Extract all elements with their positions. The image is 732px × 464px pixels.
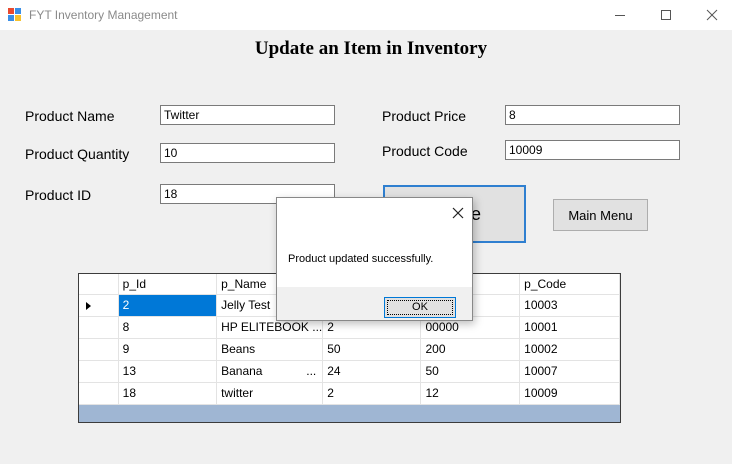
product-code-field[interactable]: 10009 — [505, 140, 680, 160]
cell-quantity[interactable]: 24 — [322, 360, 422, 383]
close-icon — [706, 9, 718, 21]
cell-code[interactable]: 10009 — [519, 382, 620, 405]
minimize-icon — [615, 15, 625, 16]
cell-price[interactable]: 50 — [420, 360, 521, 383]
main-menu-button[interactable]: Main Menu — [553, 199, 648, 231]
window-title: FYT Inventory Management — [29, 8, 178, 22]
cell-id[interactable]: 8 — [118, 316, 218, 339]
minimize-button[interactable] — [597, 0, 643, 30]
cell-name[interactable]: Banana... — [216, 360, 324, 383]
product-quantity-field[interactable]: 10 — [160, 143, 335, 163]
row-header-corner — [79, 274, 119, 295]
dialog-footer: OK — [277, 287, 472, 320]
table-row[interactable]: 9 Beans 50 200 10002 — [79, 338, 620, 361]
product-price-label: Product Price — [382, 108, 467, 124]
dialog-message: Product updated successfully. — [288, 253, 434, 265]
ok-button[interactable]: OK — [384, 297, 456, 318]
cell-ellipsis: ... — [306, 364, 317, 378]
table-row[interactable]: 13 Banana... 24 50 10007 — [79, 360, 620, 383]
cell-quantity[interactable]: 50 — [322, 338, 422, 361]
cell-price[interactable]: 200 — [420, 338, 521, 361]
product-id-label: Product ID — [25, 187, 92, 203]
close-button[interactable] — [689, 0, 732, 30]
cell-name-text: Banana — [221, 364, 263, 378]
app-icon — [8, 8, 21, 21]
table-row[interactable]: 18 twitter 2 12 10009 — [79, 382, 620, 405]
cell-id[interactable]: 13 — [118, 360, 218, 383]
current-row-arrow-icon — [86, 301, 91, 310]
title-bar: FYT Inventory Management — [0, 0, 732, 30]
maximize-button[interactable] — [643, 0, 689, 30]
product-code-label: Product Code — [382, 143, 468, 159]
cell-code[interactable]: 10003 — [519, 294, 620, 317]
product-quantity-label: Product Quantity — [25, 146, 130, 162]
product-price-field[interactable]: 8 — [505, 105, 680, 125]
row-header[interactable] — [79, 382, 119, 405]
cell-quantity[interactable]: 2 — [322, 382, 422, 405]
dialog-close-button[interactable] — [451, 206, 465, 220]
cell-name[interactable]: twitter — [216, 382, 324, 405]
focus-rectangle — [387, 300, 453, 315]
row-header[interactable] — [79, 294, 119, 317]
cell-id[interactable]: 2 — [118, 294, 218, 317]
cell-price[interactable]: 12 — [420, 382, 521, 405]
row-header[interactable] — [79, 338, 119, 361]
product-name-label: Product Name — [25, 108, 115, 124]
product-name-field[interactable]: Twitter — [160, 105, 335, 125]
cell-id[interactable]: 18 — [118, 382, 218, 405]
cell-code[interactable]: 10007 — [519, 360, 620, 383]
cell-code[interactable]: 10002 — [519, 338, 620, 361]
cell-id[interactable]: 9 — [118, 338, 218, 361]
column-header-id[interactable]: p_Id — [118, 274, 218, 295]
row-header[interactable] — [79, 316, 119, 339]
page-title: Update an Item in Inventory — [254, 38, 488, 59]
message-dialog: Product updated successfully. OK — [276, 197, 473, 321]
cell-code[interactable]: 10001 — [519, 316, 620, 339]
column-header-code[interactable]: p_Code — [519, 274, 620, 295]
cell-name[interactable]: Beans — [216, 338, 324, 361]
maximize-icon — [661, 10, 671, 20]
close-icon — [452, 207, 464, 219]
row-header[interactable] — [79, 360, 119, 383]
